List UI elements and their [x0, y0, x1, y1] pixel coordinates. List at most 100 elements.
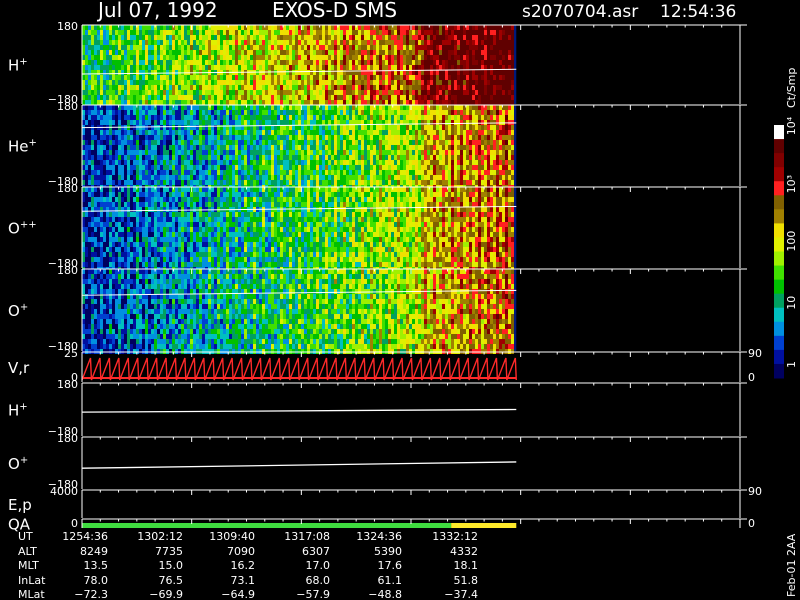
header-instrument: EXOS-D SMS: [272, 0, 397, 22]
ephemeris-value: −72.3: [74, 588, 108, 600]
ephemeris-value: 51.8: [454, 574, 479, 587]
ephemeris-value: 73.1: [231, 574, 256, 587]
header-date: Jul 07, 1992: [96, 0, 218, 22]
colorbar-label: 10⁴: [785, 116, 798, 135]
ephemeris-label: InLat: [18, 574, 46, 587]
panels-layer: H+180−180He+180−180O++180−180O+180−180V,…: [8, 20, 762, 534]
ephemeris-value: 1317:08: [284, 530, 330, 543]
colorbar-swatch: [774, 307, 784, 323]
species-charge: +: [19, 402, 27, 413]
spectrogram-cells: [82, 269, 514, 354]
colorbar-swatch: [774, 223, 784, 238]
colorbar-label: 10³: [785, 175, 798, 193]
time-ticks: [81, 383, 741, 388]
colorbar-label: 10: [785, 296, 798, 310]
ephemeris-label: MLat: [18, 588, 45, 600]
spectrogram-cells: [82, 25, 514, 105]
ephemeris-value: 78.0: [84, 574, 109, 587]
ephemeris-table: UT ALTMLT InLatMLat 1254:36 824913.5 78.0−72.…: [18, 530, 478, 600]
ephemeris-label: MLT: [18, 559, 39, 572]
qa-segment: [82, 523, 452, 528]
species-label: E,p: [8, 496, 32, 514]
colorbar-title: Ct/Smp: [785, 68, 798, 108]
colorbar-swatch: [774, 293, 784, 309]
panel-O: O+180−180: [8, 264, 747, 354]
species-charge: +: [19, 57, 27, 68]
spectrogram-cells: [82, 105, 514, 190]
colorbar-swatch: [774, 153, 784, 168]
panel-H: H+180−180: [8, 20, 747, 106]
ephemeris-value: 1254:36: [62, 530, 108, 543]
colorbar-swatch: [774, 209, 784, 224]
data-line: [81, 408, 517, 413]
panel-Hline: H+180−180: [8, 378, 747, 438]
ephemeris-value: −37.4: [444, 588, 478, 600]
right-bottom-label: 0: [748, 371, 755, 384]
ephemeris-value: 7735: [155, 545, 183, 558]
species-label: O++: [8, 220, 37, 238]
panel-O2: O++180−180: [8, 182, 747, 272]
spectrogram-chart: Jul 07, 1992 EXOS-D SMS s2070704.asr 12:…: [8, 0, 798, 600]
ephemeris-value: 16.2: [231, 559, 256, 572]
time-ticks: [81, 437, 741, 442]
colorbar-swatch: [774, 349, 784, 365]
header-file: s2070704.asr: [522, 2, 638, 22]
colorbar-swatch: [774, 195, 784, 210]
ephemeris-value: 61.1: [378, 574, 403, 587]
data-line: [81, 461, 517, 469]
species-label: V,r: [8, 359, 30, 377]
species-charge: +: [20, 455, 28, 466]
ephemeris-value: 5390: [374, 545, 402, 558]
ephemeris-value: 17.6: [378, 559, 403, 572]
species-charge: ++: [20, 220, 37, 231]
colorbar-swatch: [774, 251, 784, 267]
ephemeris-value: 7090: [227, 545, 255, 558]
colorbar-swatch: [774, 265, 784, 281]
ephemeris-value: −69.9: [149, 588, 183, 600]
ephemeris-value: −64.9: [221, 588, 255, 600]
colorbar: Ct/Smp 1 10 100 10³ 10⁴: [774, 68, 798, 379]
species-label: O+: [8, 302, 28, 320]
colorbar-swatch: [774, 335, 784, 351]
colorbar-swatch: [774, 181, 784, 196]
colorbar-swatch: [774, 167, 784, 182]
y-top-label: 180: [57, 432, 78, 445]
ephemeris-value: 8249: [80, 545, 108, 558]
colorbar-swatch: [774, 321, 784, 337]
colorbar-swatch: [774, 279, 784, 295]
y-top-label: 180: [57, 100, 78, 113]
exos-d-sms-plot: Jul 07, 1992 EXOS-D SMS s2070704.asr 12:…: [0, 0, 800, 600]
y-top-label: 4000: [50, 485, 78, 498]
colorbar-label: 1: [785, 361, 798, 368]
panel-Oline: O+180−180: [8, 432, 747, 491]
colorbar-swatch: [774, 237, 784, 252]
colorbar-label: 100: [785, 231, 798, 252]
y-top-label: 180: [57, 378, 78, 391]
right-top-label: 90: [748, 347, 762, 360]
y-bottom-label: 0: [71, 517, 78, 530]
species-label: He+: [8, 138, 37, 156]
ephemeris-value: 1309:40: [209, 530, 255, 543]
footer-note: Feb-01 2AA: [785, 533, 798, 597]
species-label: H+: [8, 57, 28, 75]
ephemeris-value: 4332: [450, 545, 478, 558]
y-top-label: 180: [57, 20, 78, 33]
qa-segment: [451, 523, 517, 528]
right-bottom-label: 0: [748, 517, 755, 530]
species-charge: +: [20, 302, 28, 313]
ephemeris-value: 1332:12: [432, 530, 478, 543]
ephemeris-value: 1302:12: [137, 530, 183, 543]
colorbar-swatch: [774, 139, 784, 154]
species-label: O+: [8, 455, 28, 473]
spectrogram-cells: [82, 187, 514, 272]
ephemeris-value: 13.5: [84, 559, 109, 572]
header-time: 12:54:36: [660, 2, 736, 22]
y-top-label: 180: [57, 264, 78, 277]
right-top-label: 90: [748, 485, 762, 498]
panel-He: He+180−180: [8, 100, 747, 190]
ephemeris-value: 18.1: [454, 559, 479, 572]
ephemeris-label: ALT: [18, 545, 37, 558]
ephemeris-value: 15.0: [159, 559, 184, 572]
ephemeris-value: −48.8: [368, 588, 402, 600]
ephemeris-value: 1324:36: [356, 530, 402, 543]
